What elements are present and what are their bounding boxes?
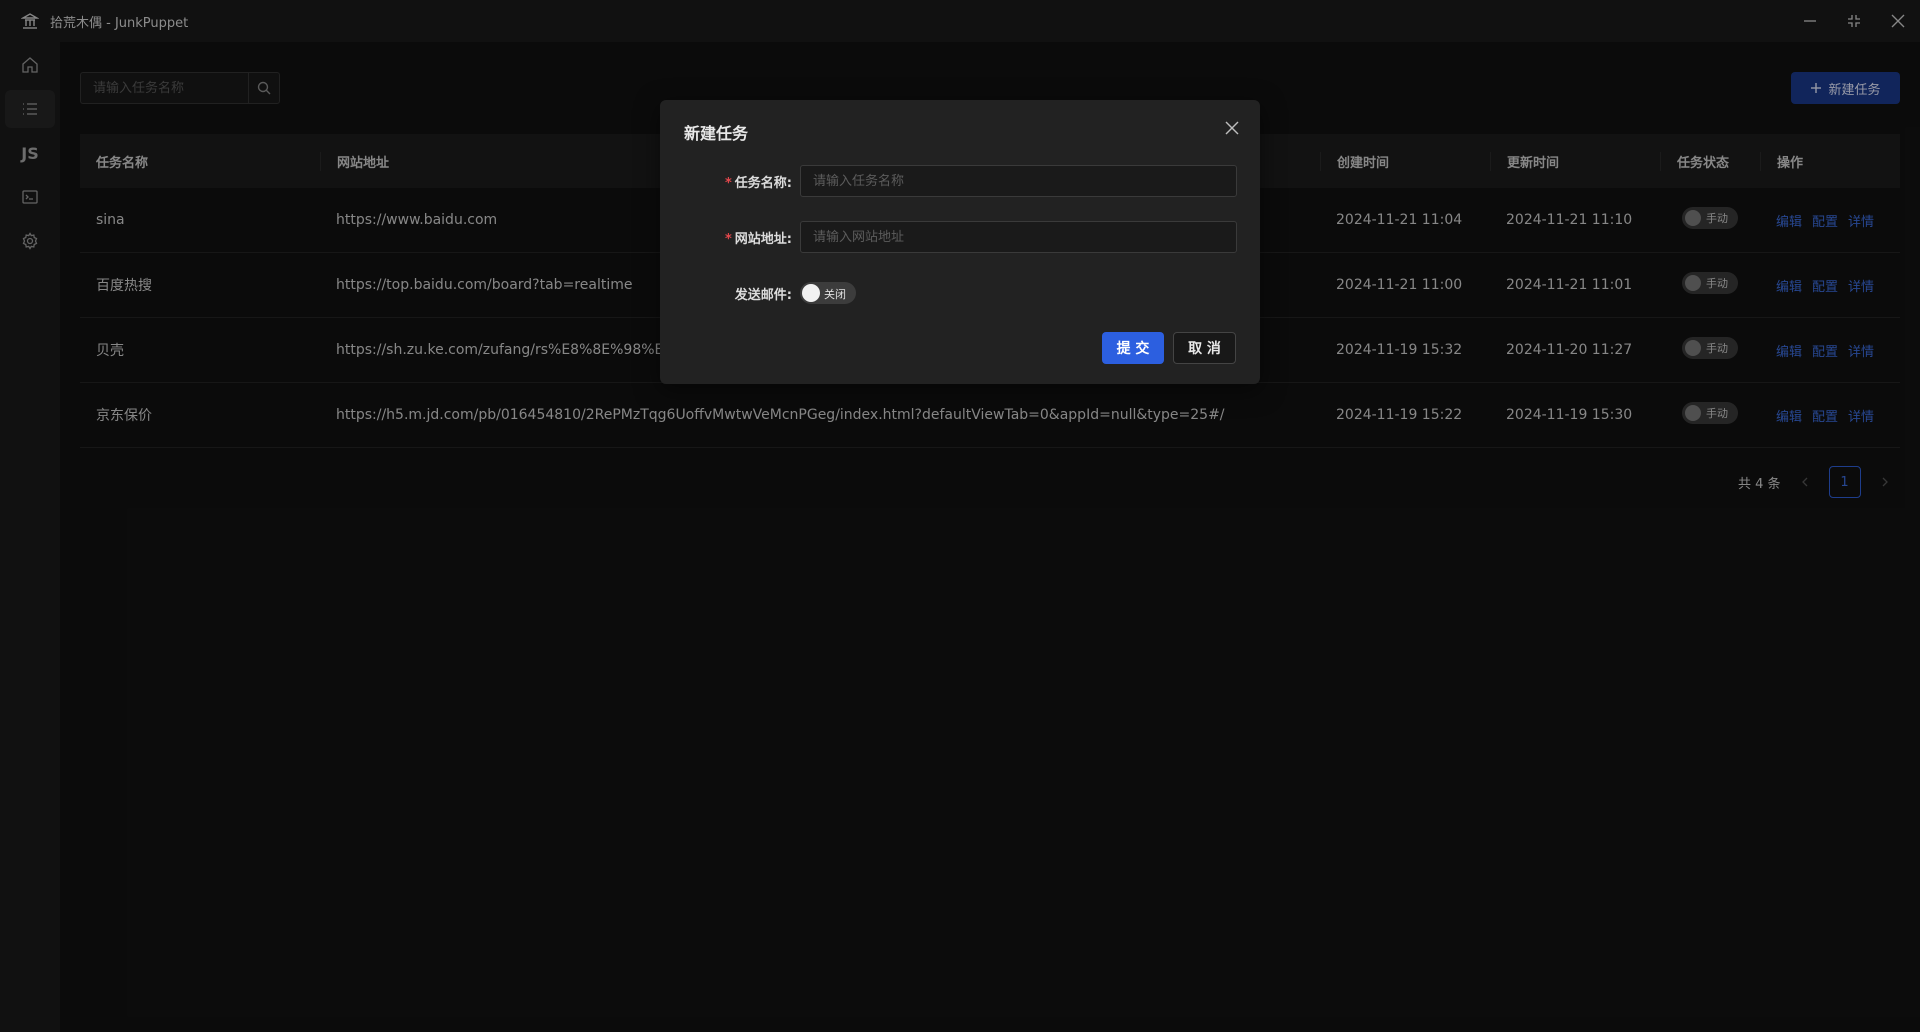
toggle-label: 关闭 — [824, 288, 846, 301]
form-row-url: * 网站地址: — [660, 220, 1260, 254]
task-name-label-text: 任务名称: — [734, 175, 792, 191]
cancel-button[interactable]: 取 消 — [1173, 332, 1236, 364]
send-mail-label: 发送邮件: — [734, 287, 792, 303]
required-mark: * — [724, 231, 732, 247]
toggle-knob — [802, 284, 820, 302]
task-name-input[interactable] — [800, 165, 1237, 197]
submit-button[interactable]: 提 交 — [1102, 332, 1164, 364]
task-name-label: * 任务名称: — [660, 172, 800, 191]
close-icon — [1225, 121, 1239, 135]
required-mark: * — [724, 175, 732, 191]
task-url-input[interactable] — [800, 221, 1237, 253]
task-url-label: * 网站地址: — [660, 228, 800, 247]
form-row-mail: 发送邮件: 关闭 — [660, 276, 1260, 310]
form-row-name: * 任务名称: — [660, 164, 1260, 198]
modal-title: 新建任务 — [684, 124, 749, 143]
send-mail-toggle[interactable]: 关闭 — [800, 282, 856, 304]
new-task-modal: 新建任务 *任务名称: *网站地址: 发送邮件: 关闭 提 交 取 消 — [660, 100, 1260, 384]
modal-close-button[interactable] — [1222, 118, 1242, 138]
task-url-label-text: 网站地址: — [734, 231, 792, 247]
